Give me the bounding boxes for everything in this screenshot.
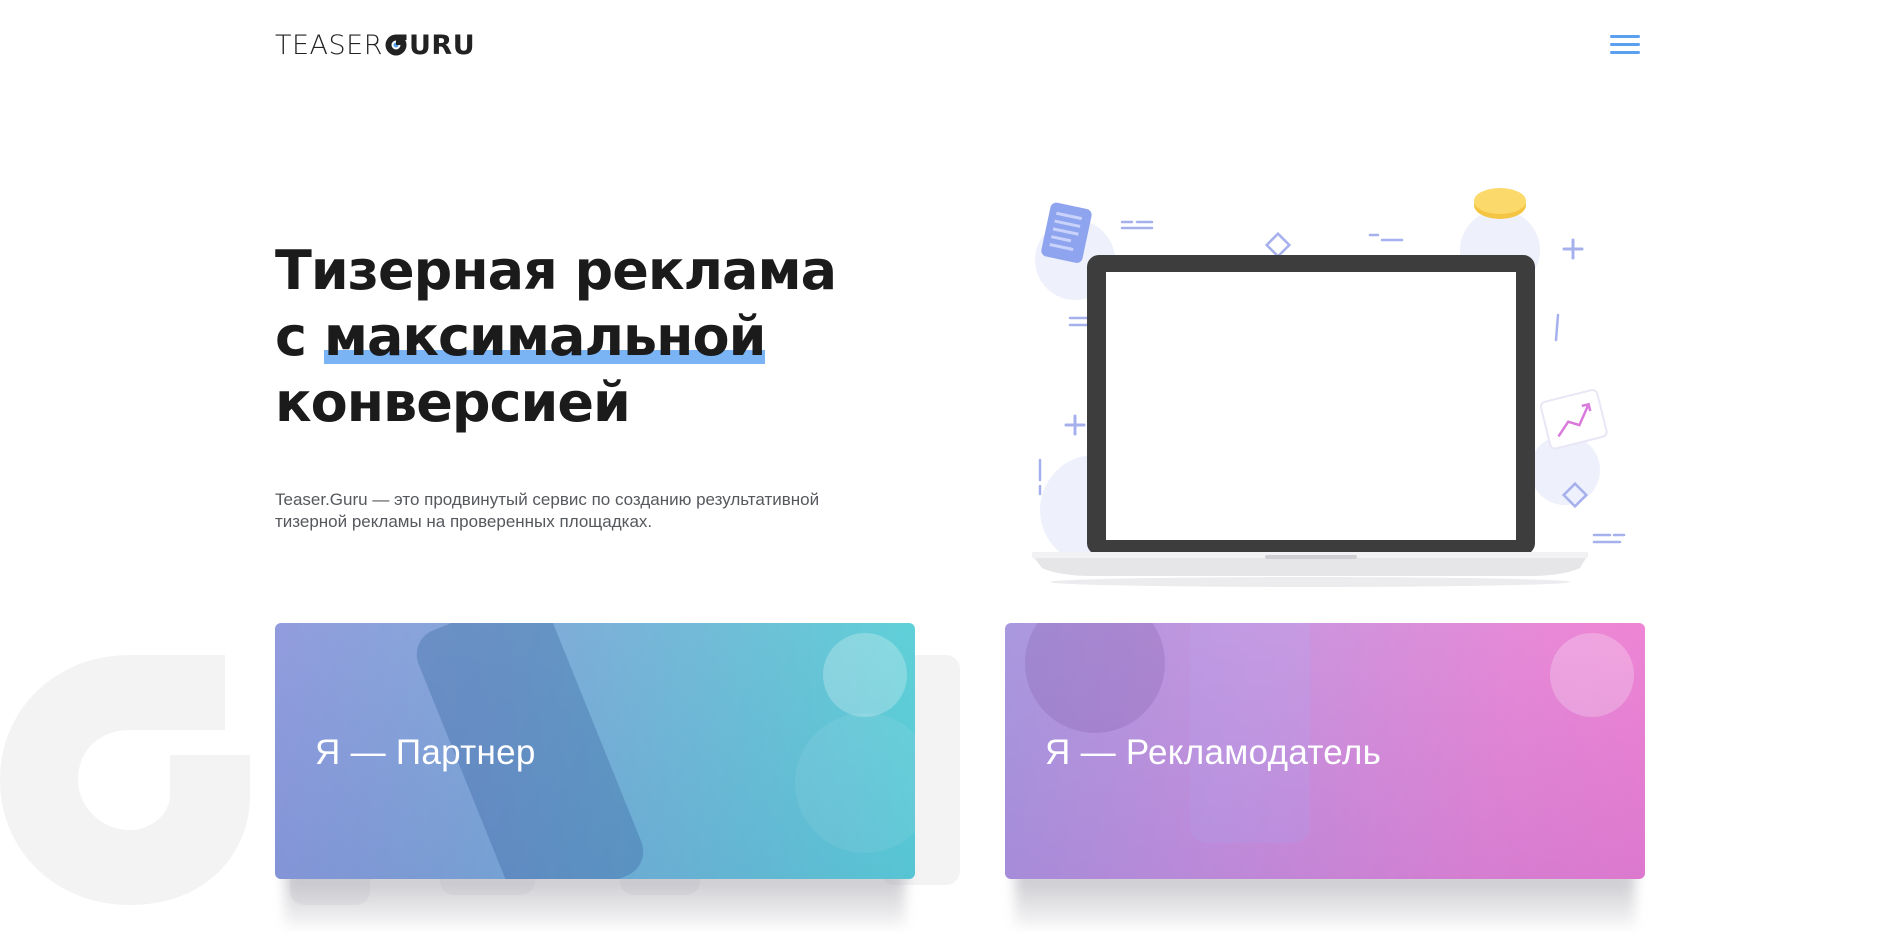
laptop-illustration [1032,188,1626,587]
hero-description: Teaser.Guru — это продвинутый сервис по … [275,489,895,533]
hero-title-line-2: с максимальной [275,304,925,370]
partner-card-label: Я — Партнер [315,733,536,772]
chart-card-icon [1539,389,1608,450]
logo-g-icon [385,34,407,56]
hero-title: Тизерная реклама с максимальной конверси… [275,238,925,436]
hero-title-line-3: конверсией [275,371,631,434]
hero-title-line-2-prefix: с [275,305,324,368]
hero-title-line-1: Тизерная реклама [275,239,837,302]
advertiser-card[interactable]: Я — Рекламодатель [1005,623,1645,879]
hamburger-menu-icon[interactable] [1610,35,1640,57]
advertiser-card-label: Я — Рекламодатель [1045,733,1382,772]
partner-card-shadow [285,871,905,927]
logo-teaser-text: TEASER [275,29,383,61]
hero-description-line-1: Teaser.Guru — это продвинутый сервис по … [275,490,820,509]
site-logo[interactable]: TEASER URU [275,29,476,61]
hero-title-highlight: максимальной [323,305,766,368]
partner-card[interactable]: Я — Партнер [275,623,915,879]
page: TEASER URU Тизерная реклама с максимальн… [0,0,1903,932]
advertiser-card-wrapper: Я — Рекламодатель [1005,623,1645,927]
advertiser-card-shadow [1015,871,1635,927]
header: TEASER URU [275,28,1640,62]
partner-card-wrapper: Я — Партнер [275,623,915,927]
logo-guru-text: URU [408,29,476,61]
hero-description-line-2: тизерной рекламы на проверенных площадка… [275,512,653,531]
